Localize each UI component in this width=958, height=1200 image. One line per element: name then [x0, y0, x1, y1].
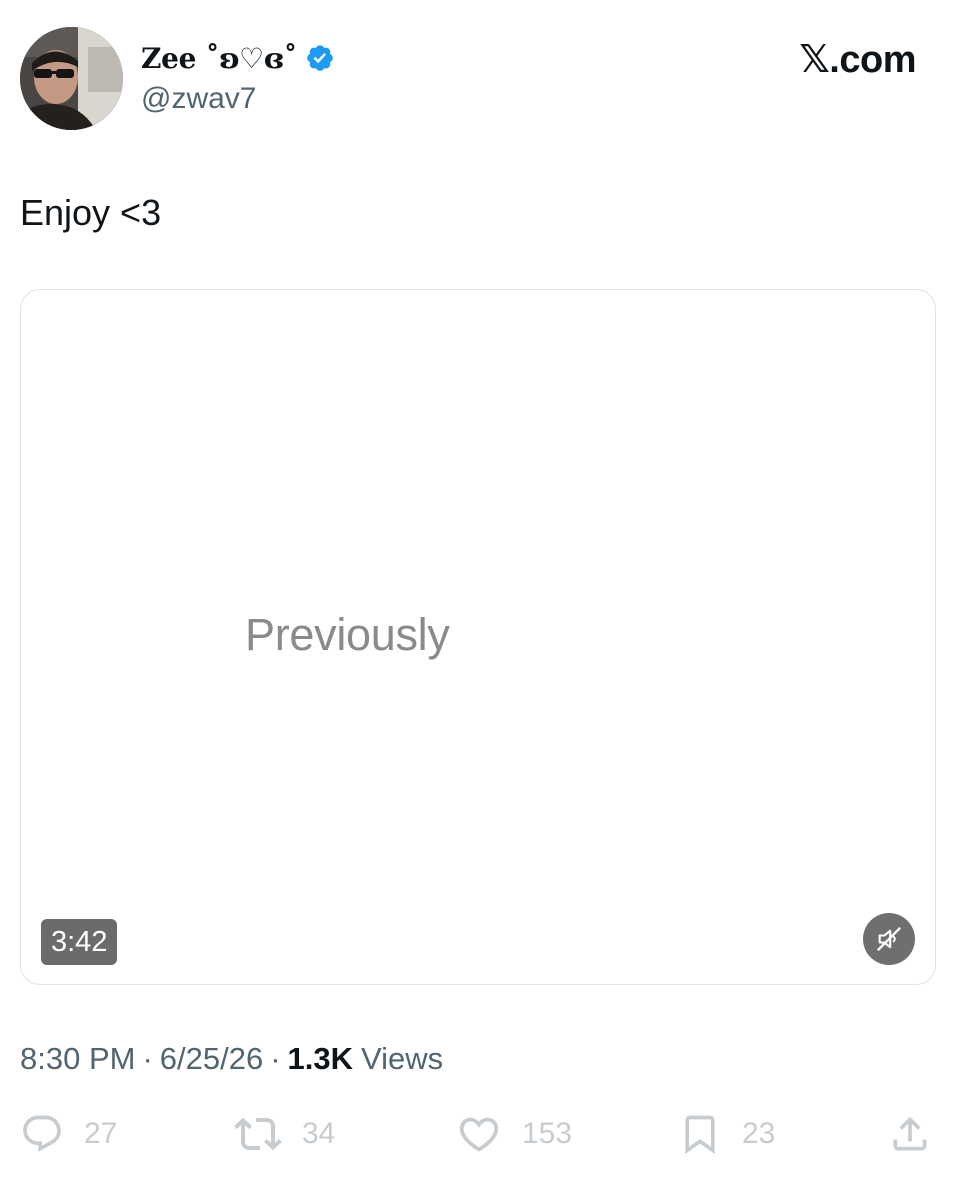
repost-button[interactable]: 34: [234, 1110, 335, 1158]
reply-count: 27: [84, 1117, 118, 1150]
avatar-photo: [20, 27, 123, 130]
video-player[interactable]: Previously 3:42: [20, 289, 936, 985]
mute-toggle-button[interactable]: [863, 913, 915, 965]
video-duration-badge: 3:42: [41, 919, 118, 965]
bookmark-button[interactable]: 23: [678, 1110, 775, 1158]
reply-button[interactable]: 27: [20, 1110, 117, 1158]
bookmark-count: 23: [742, 1117, 776, 1150]
repost-count: 34: [302, 1117, 336, 1150]
author-handle[interactable]: @zwav7: [141, 82, 257, 116]
share-upload-icon: [893, 1116, 927, 1151]
reply-bubble-icon: [23, 1115, 61, 1152]
heart-icon: [459, 1117, 499, 1152]
display-name[interactable]: Zee ˚ʚ♡ɞ˚: [141, 42, 298, 75]
share-button[interactable]: [888, 1110, 932, 1158]
author-name-row[interactable]: Zee ˚ʚ♡ɞ˚: [141, 38, 335, 78]
action-bar: 27 34 153 23: [20, 1110, 936, 1158]
tweet-meta: 8:30 PM · 6/25/26 · 1.3K Views: [20, 1041, 443, 1077]
tweet-time[interactable]: 8:30 PM: [20, 1041, 135, 1077]
bookmark-icon: [685, 1115, 715, 1155]
views-count: 1.3K: [287, 1041, 354, 1076]
brand-logo: 𝕏.com: [799, 39, 916, 81]
like-count: 153: [522, 1117, 573, 1150]
verified-badge-icon: [305, 43, 335, 73]
video-frame-text: Previously: [245, 609, 450, 660]
tweet-text: Enjoy <3: [20, 192, 162, 233]
tweet-date[interactable]: 6/25/26: [160, 1041, 263, 1077]
repost-arrows-icon: [234, 1117, 282, 1151]
speaker-muted-icon: [877, 927, 901, 951]
like-button[interactable]: 153: [456, 1110, 572, 1158]
views-label: Views: [361, 1041, 444, 1076]
avatar[interactable]: [20, 27, 123, 130]
meta-separator: ·: [142, 1041, 153, 1076]
meta-separator: ·: [270, 1041, 281, 1076]
